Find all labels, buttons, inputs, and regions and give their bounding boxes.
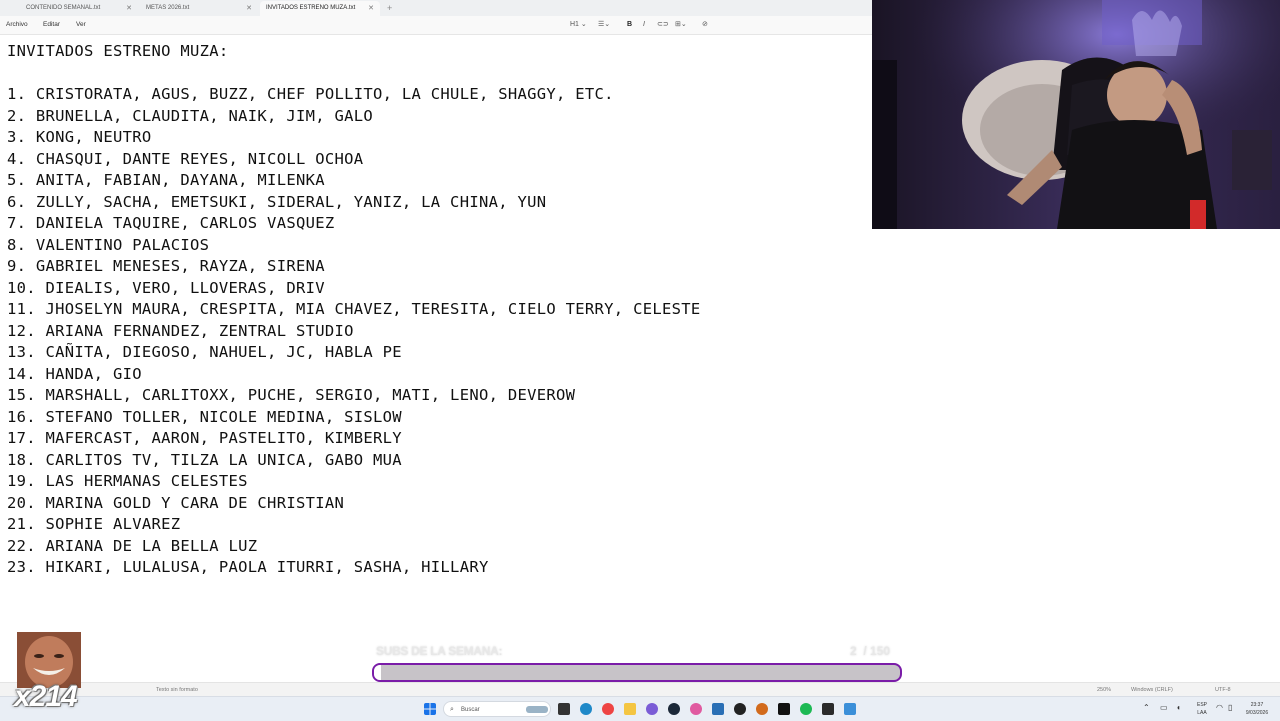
spotify-icon[interactable] <box>800 703 812 715</box>
guest-list-line: 20. MARINA GOLD Y CARA DE CHRISTIAN <box>7 493 345 512</box>
italic-button[interactable]: I <box>643 16 645 33</box>
guest-list-line: 11. JHOSELYN MAURA, CRESPITA, MIA CHAVEZ… <box>7 300 701 318</box>
heading-label: H1 <box>570 21 579 28</box>
guest-list-line: 9. GABRIEL MENESES, RAYZA, SIRENA <box>7 257 325 275</box>
guest-list-line: 2. BRUNELLA, CLAUDITA, NAIK, JIM, GALO <box>7 106 374 125</box>
text-editor[interactable]: INVITADOS ESTRENO MUZA: 1. CRISTORATA, A… <box>0 35 872 680</box>
guest-list-line: 5. ANITA, FABIAN, DAYANA, MILENKA <box>7 171 325 189</box>
status-encoding[interactable]: UTF-8 <box>1215 683 1231 697</box>
tab-bar: CONTENIDO SEMANAL.txt ✕ METAS 2026.txt ✕… <box>0 0 872 16</box>
taskbar-search-input[interactable]: ⌕ Buscar <box>443 701 551 717</box>
subs-goal-label: SUBS DE LA SEMANA: <box>376 644 503 658</box>
status-bar: Texto sin formato 250% Windows (CRLF) UT… <box>0 682 1280 697</box>
webcam-image <box>872 0 1280 229</box>
tab-metas-2026[interactable]: METAS 2026.txt ✕ <box>140 1 258 16</box>
photos-icon[interactable] <box>646 703 658 715</box>
emote-multiplier: x214 <box>14 680 78 713</box>
guest-list-line: 14. HANDA, GIO <box>7 364 142 383</box>
wifi-icon[interactable]: ◠ <box>1216 703 1223 712</box>
tab-contenido-semanal[interactable]: CONTENIDO SEMANAL.txt ✕ <box>20 1 138 16</box>
search-highlight-icon <box>526 706 548 713</box>
guest-list-line: 21. SOPHIE ALVAREZ <box>7 515 181 533</box>
close-icon[interactable]: ✕ <box>246 1 252 16</box>
guest-list-line: 4. CHASQUI, DANTE REYES, NICOLL OCHOA <box>7 149 364 168</box>
obs-icon[interactable] <box>734 703 746 715</box>
subs-progress-bar <box>372 663 902 682</box>
search-placeholder: Buscar <box>461 707 480 713</box>
terminal-icon[interactable] <box>778 703 790 715</box>
list-icon[interactable]: ☰⌄ <box>598 16 610 33</box>
language-indicator[interactable]: ESP LAA <box>1193 701 1211 717</box>
guest-list-line: 7. DANIELA TAQUIRE, CARLOS VASQUEZ <box>7 214 335 232</box>
guest-list-line: 19. LAS HERMANAS CELESTES <box>7 472 248 490</box>
tab-label: CONTENIDO SEMANAL.txt <box>26 5 101 11</box>
close-icon[interactable]: ✕ <box>126 1 132 16</box>
heading-dropdown[interactable]: H1 ⌄ <box>570 16 587 33</box>
file-explorer-icon[interactable] <box>624 703 636 715</box>
app-orange-icon[interactable] <box>756 703 768 715</box>
clock[interactable]: 23:37 9/03/2026 <box>1240 701 1274 717</box>
link-icon[interactable]: ⊂⊃ <box>657 16 669 33</box>
battery-icon[interactable]: ▯ <box>1228 703 1232 712</box>
menu-archivo[interactable]: Archivo <box>6 16 28 33</box>
windows-start-icon[interactable] <box>424 703 436 715</box>
subs-goal-count: 2 / 150 <box>850 644 890 658</box>
status-line-ending[interactable]: Windows (CRLF) <box>1131 683 1173 697</box>
language-region: LAA <box>1197 710 1207 716</box>
clear-formatting-icon[interactable]: ⊘ <box>702 16 708 33</box>
subs-target: / 150 <box>863 644 891 658</box>
webcam-feed <box>872 0 1280 229</box>
guest-list-line: 22. ARIANA DE LA BELLA LUZ <box>7 536 258 555</box>
volume-icon[interactable]: ◖ <box>1176 703 1181 712</box>
guest-list-line: 16. STEFANO TOLLER, NICOLE MEDINA, SISLO… <box>7 407 402 426</box>
close-icon[interactable]: ✕ <box>368 1 374 16</box>
tab-label: INVITADOS ESTRENO MUZA.txt <box>266 5 356 11</box>
chrome-browser-icon[interactable] <box>602 703 614 715</box>
guest-list-line: 18. CARLITOS TV, TILZA LA UNICA, GABO MU… <box>7 450 402 469</box>
network-icon[interactable]: ▭ <box>1160 703 1168 712</box>
menu-bar: Archivo Editar Ver H1 ⌄ ☰⌄ B I ⊂⊃ ⊞⌄ ⊘ <box>0 16 872 35</box>
chevron-up-icon[interactable]: ⌃ <box>1143 703 1150 712</box>
language-code: ESP <box>1196 702 1207 708</box>
status-format: Texto sin formato <box>156 687 198 693</box>
guest-list-line: 12. ARIANA FERNANDEZ, ZENTRAL STUDIO <box>7 321 354 340</box>
taskbar: ⌕ Buscar ⌃ ▭ ◖ ESP LAA ◠ ▯ 23:37 9/03/20… <box>0 696 1280 721</box>
clock-date: 9/03/2026 <box>1245 710 1269 716</box>
status-zoom[interactable]: 250% <box>1097 683 1111 697</box>
guest-list-line: 15. MARSHALL, CARLITOXX, PUCHE, SERGIO, … <box>7 386 576 404</box>
notepad-icon[interactable] <box>844 703 856 715</box>
bold-button[interactable]: B <box>627 16 632 33</box>
new-tab-plus-icon[interactable]: + <box>387 1 392 15</box>
subs-progress-fill <box>374 665 381 680</box>
guest-list-line: 10. DIEALIS, VERO, LLOVERAS, DRIV <box>7 278 325 297</box>
guest-list-line: 1. CRISTORATA, AGUS, BUZZ, CHEF POLLITO,… <box>7 85 614 103</box>
table-icon[interactable]: ⊞⌄ <box>675 16 687 33</box>
guest-list-line: 23. HIKARI, LULALUSA, PAOLA ITURRI, SASH… <box>7 558 489 576</box>
subs-current: 2 <box>850 644 857 658</box>
copilot-icon[interactable] <box>690 703 702 715</box>
console-icon[interactable] <box>822 703 834 715</box>
clock-time: 23:37 <box>1250 702 1264 708</box>
task-view-icon[interactable] <box>558 703 570 715</box>
guest-list-line: 13. CAÑITA, DIEGOSO, NAHUEL, JC, HABLA P… <box>7 343 402 361</box>
tab-label: METAS 2026.txt <box>146 5 190 11</box>
document-heading: INVITADOS ESTRENO MUZA: <box>7 42 229 60</box>
guest-list-line: 3. KONG, NEUTRO <box>7 128 152 146</box>
menu-editar[interactable]: Editar <box>43 16 60 33</box>
store-icon[interactable] <box>712 703 724 715</box>
steam-icon[interactable] <box>668 703 680 715</box>
guest-list-line: 8. VALENTINO PALACIOS <box>7 235 210 254</box>
edge-browser-icon[interactable] <box>580 703 592 715</box>
search-icon: ⌕ <box>450 706 454 713</box>
guest-list-line: 6. ZULLY, SACHA, EMETSUKI, SIDERAL, YANI… <box>7 192 547 211</box>
guest-list-line: 17. MAFERCAST, AARON, PASTELITO, KIMBERL… <box>7 429 402 447</box>
tab-invitados-estreno-muza[interactable]: INVITADOS ESTRENO MUZA.txt ✕ <box>260 1 380 16</box>
menu-ver[interactable]: Ver <box>76 16 86 33</box>
